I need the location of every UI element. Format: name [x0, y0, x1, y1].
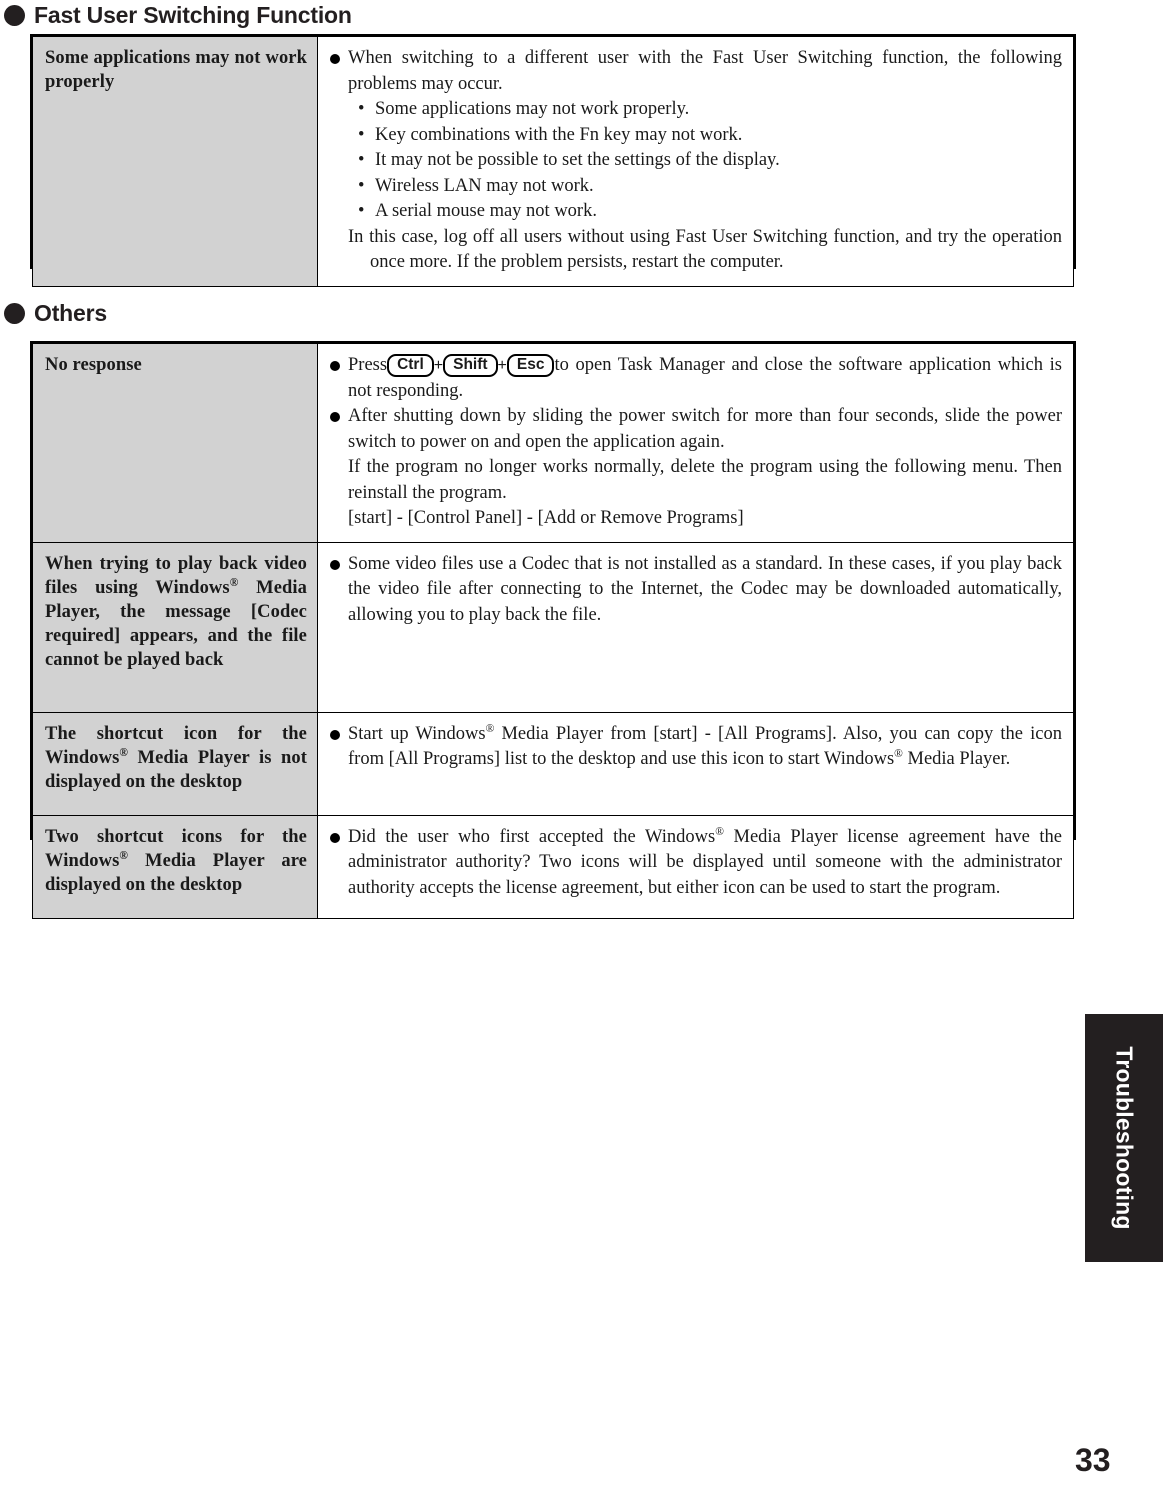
bullet-block: Press Ctrl + Shift + Esc to open Task Manager …	[328, 353, 1062, 404]
bullet-block-content: Some video files use a Codec that is not…	[348, 552, 1062, 629]
row-label-two-shortcuts: Two shortcut icons for the Windows® Medi…	[32, 814, 318, 919]
table-row: Some applications may not work properly …	[32, 36, 1074, 287]
bullet-block: Some video files use a Codec that is not…	[328, 552, 1062, 629]
list-item-label: It may not be possible to set the settin…	[375, 150, 780, 170]
bullet-block-content: When switching to a different user with …	[348, 46, 1062, 276]
page-number: 33	[1075, 1442, 1111, 1478]
paragraph-start-wmp: Start up Windows® Media Player from [sta…	[348, 722, 1062, 773]
bullet-block: Start up Windows® Media Player from [sta…	[328, 722, 1062, 773]
body-part-a: Did the user who first accepted the Wind…	[348, 826, 716, 847]
list-item-label: Key combinations with the Fn key may not…	[375, 124, 743, 145]
row-body-codec-required: Some video files use a Codec that is not…	[317, 541, 1074, 713]
section-heading-label: Others	[34, 300, 107, 326]
small-bullet-icon: •	[358, 124, 365, 145]
table-row: No response Press Ctrl + Shift + Esc to open T…	[32, 343, 1074, 543]
table-row: Two shortcut icons for the Windows® Medi…	[32, 814, 1074, 919]
list-item: • It may not be possible to set the sett…	[348, 148, 1062, 174]
plus-symbol: +	[497, 357, 507, 374]
intro-text: When switching to a different user with …	[348, 48, 1062, 94]
list-item: • Some applications may not work properl…	[348, 97, 1062, 123]
paragraph-menu-path: [start] - [Control Panel] - [Add or Remo…	[348, 508, 744, 528]
filled-bullet-icon	[330, 54, 340, 64]
side-tab-label: Troubleshooting	[1111, 1046, 1138, 1230]
paragraph-reinstall: If the program no longer works normally,…	[348, 457, 1062, 503]
section-heading-label: Fast User Switching Function	[34, 2, 352, 28]
row-label-no-response: No response	[32, 343, 318, 543]
registered-mark-icon: ®	[119, 849, 129, 862]
section-heading-fast-user-switching: Fast User Switching Function	[4, 2, 352, 29]
list-item: • Key combinations with the Fn key may n…	[348, 123, 1062, 149]
press-label: Press	[348, 355, 388, 375]
key-shift: Shift	[443, 354, 498, 377]
row-body-no-response: Press Ctrl + Shift + Esc to open Task Manager …	[317, 343, 1074, 543]
list-item-label: A serial mouse may not work.	[375, 201, 597, 221]
paragraph-codec: Some video files use a Codec that is not…	[348, 553, 1062, 625]
bullet-block-content: After shutting down by sliding the power…	[348, 404, 1062, 532]
section-heading-others: Others	[4, 300, 107, 327]
list-item-label: Wireless LAN may not work.	[375, 175, 594, 196]
table-row: The shortcut icon for the Windows® Media…	[32, 711, 1074, 816]
row-body-two-shortcuts: Did the user who first accepted the Wind…	[317, 814, 1074, 919]
small-bullet-icon: •	[358, 150, 365, 170]
small-bullet-icon: •	[358, 99, 365, 119]
bullet-block-content: Did the user who first accepted the Wind…	[348, 825, 1062, 902]
list-item: • A serial mouse may not work.	[348, 199, 1062, 225]
row-body-some-applications: When switching to a different user with …	[317, 36, 1074, 287]
row-body-shortcut-not-displayed: Start up Windows® Media Player from [sta…	[317, 711, 1074, 816]
closing-text: In this case, log off all users without …	[348, 226, 1062, 273]
row-label-codec-required: When trying to play back video files usi…	[32, 541, 318, 713]
filled-bullet-icon	[330, 412, 340, 422]
registered-mark-icon: ®	[119, 746, 129, 759]
plus-symbol: +	[433, 357, 444, 374]
fast-user-switching-table: Some applications may not work properly …	[30, 34, 1076, 287]
registered-mark-icon: ®	[715, 825, 724, 838]
small-bullet-icon: •	[358, 175, 365, 196]
filled-bullet-icon	[330, 361, 340, 371]
filled-bullet-icon	[330, 832, 340, 843]
bullet-block-content: Start up Windows® Media Player from [sta…	[348, 722, 1062, 773]
side-tab-troubleshooting: Troubleshooting	[1085, 1014, 1163, 1262]
registered-mark-icon: ®	[894, 747, 903, 760]
list-item-label: Some applications may not work properly.	[375, 99, 690, 119]
paragraph-license-agreement: Did the user who first accepted the Wind…	[348, 825, 1062, 902]
table-row: When trying to play back video files usi…	[32, 541, 1074, 713]
sub-bullet-list: • Some applications may not work properl…	[348, 97, 1062, 225]
small-bullet-icon: •	[358, 201, 365, 221]
others-table: No response Press Ctrl + Shift + Esc to open T…	[30, 341, 1076, 919]
body-part-c: Media Player.	[902, 749, 1011, 769]
bullet-block: When switching to a different user with …	[328, 46, 1062, 276]
row-label-some-applications: Some applications may not work properly	[32, 36, 318, 287]
filled-bullet-icon	[330, 729, 340, 740]
list-item: • Wireless LAN may not work.	[348, 174, 1062, 200]
body-part-a: Start up Windows	[348, 723, 486, 744]
key-ctrl: Ctrl	[387, 354, 434, 377]
press-keys-instruction: Press Ctrl + Shift + Esc to open Task Manager …	[348, 353, 1062, 404]
key-esc: Esc	[506, 354, 555, 377]
row-label-shortcut-not-displayed: The shortcut icon for the Windows® Media…	[32, 711, 318, 816]
section-bullet-icon	[4, 303, 25, 324]
paragraph-shutdown: After shutting down by sliding the power…	[348, 406, 1062, 452]
bullet-block: After shutting down by sliding the power…	[328, 404, 1062, 532]
bullet-block-content: Press Ctrl + Shift + Esc to open Task Manager …	[348, 353, 1062, 404]
bullet-block: Did the user who first accepted the Wind…	[328, 825, 1062, 902]
registered-mark-icon: ®	[485, 722, 495, 735]
filled-bullet-icon	[330, 559, 340, 570]
section-bullet-icon	[4, 5, 25, 26]
